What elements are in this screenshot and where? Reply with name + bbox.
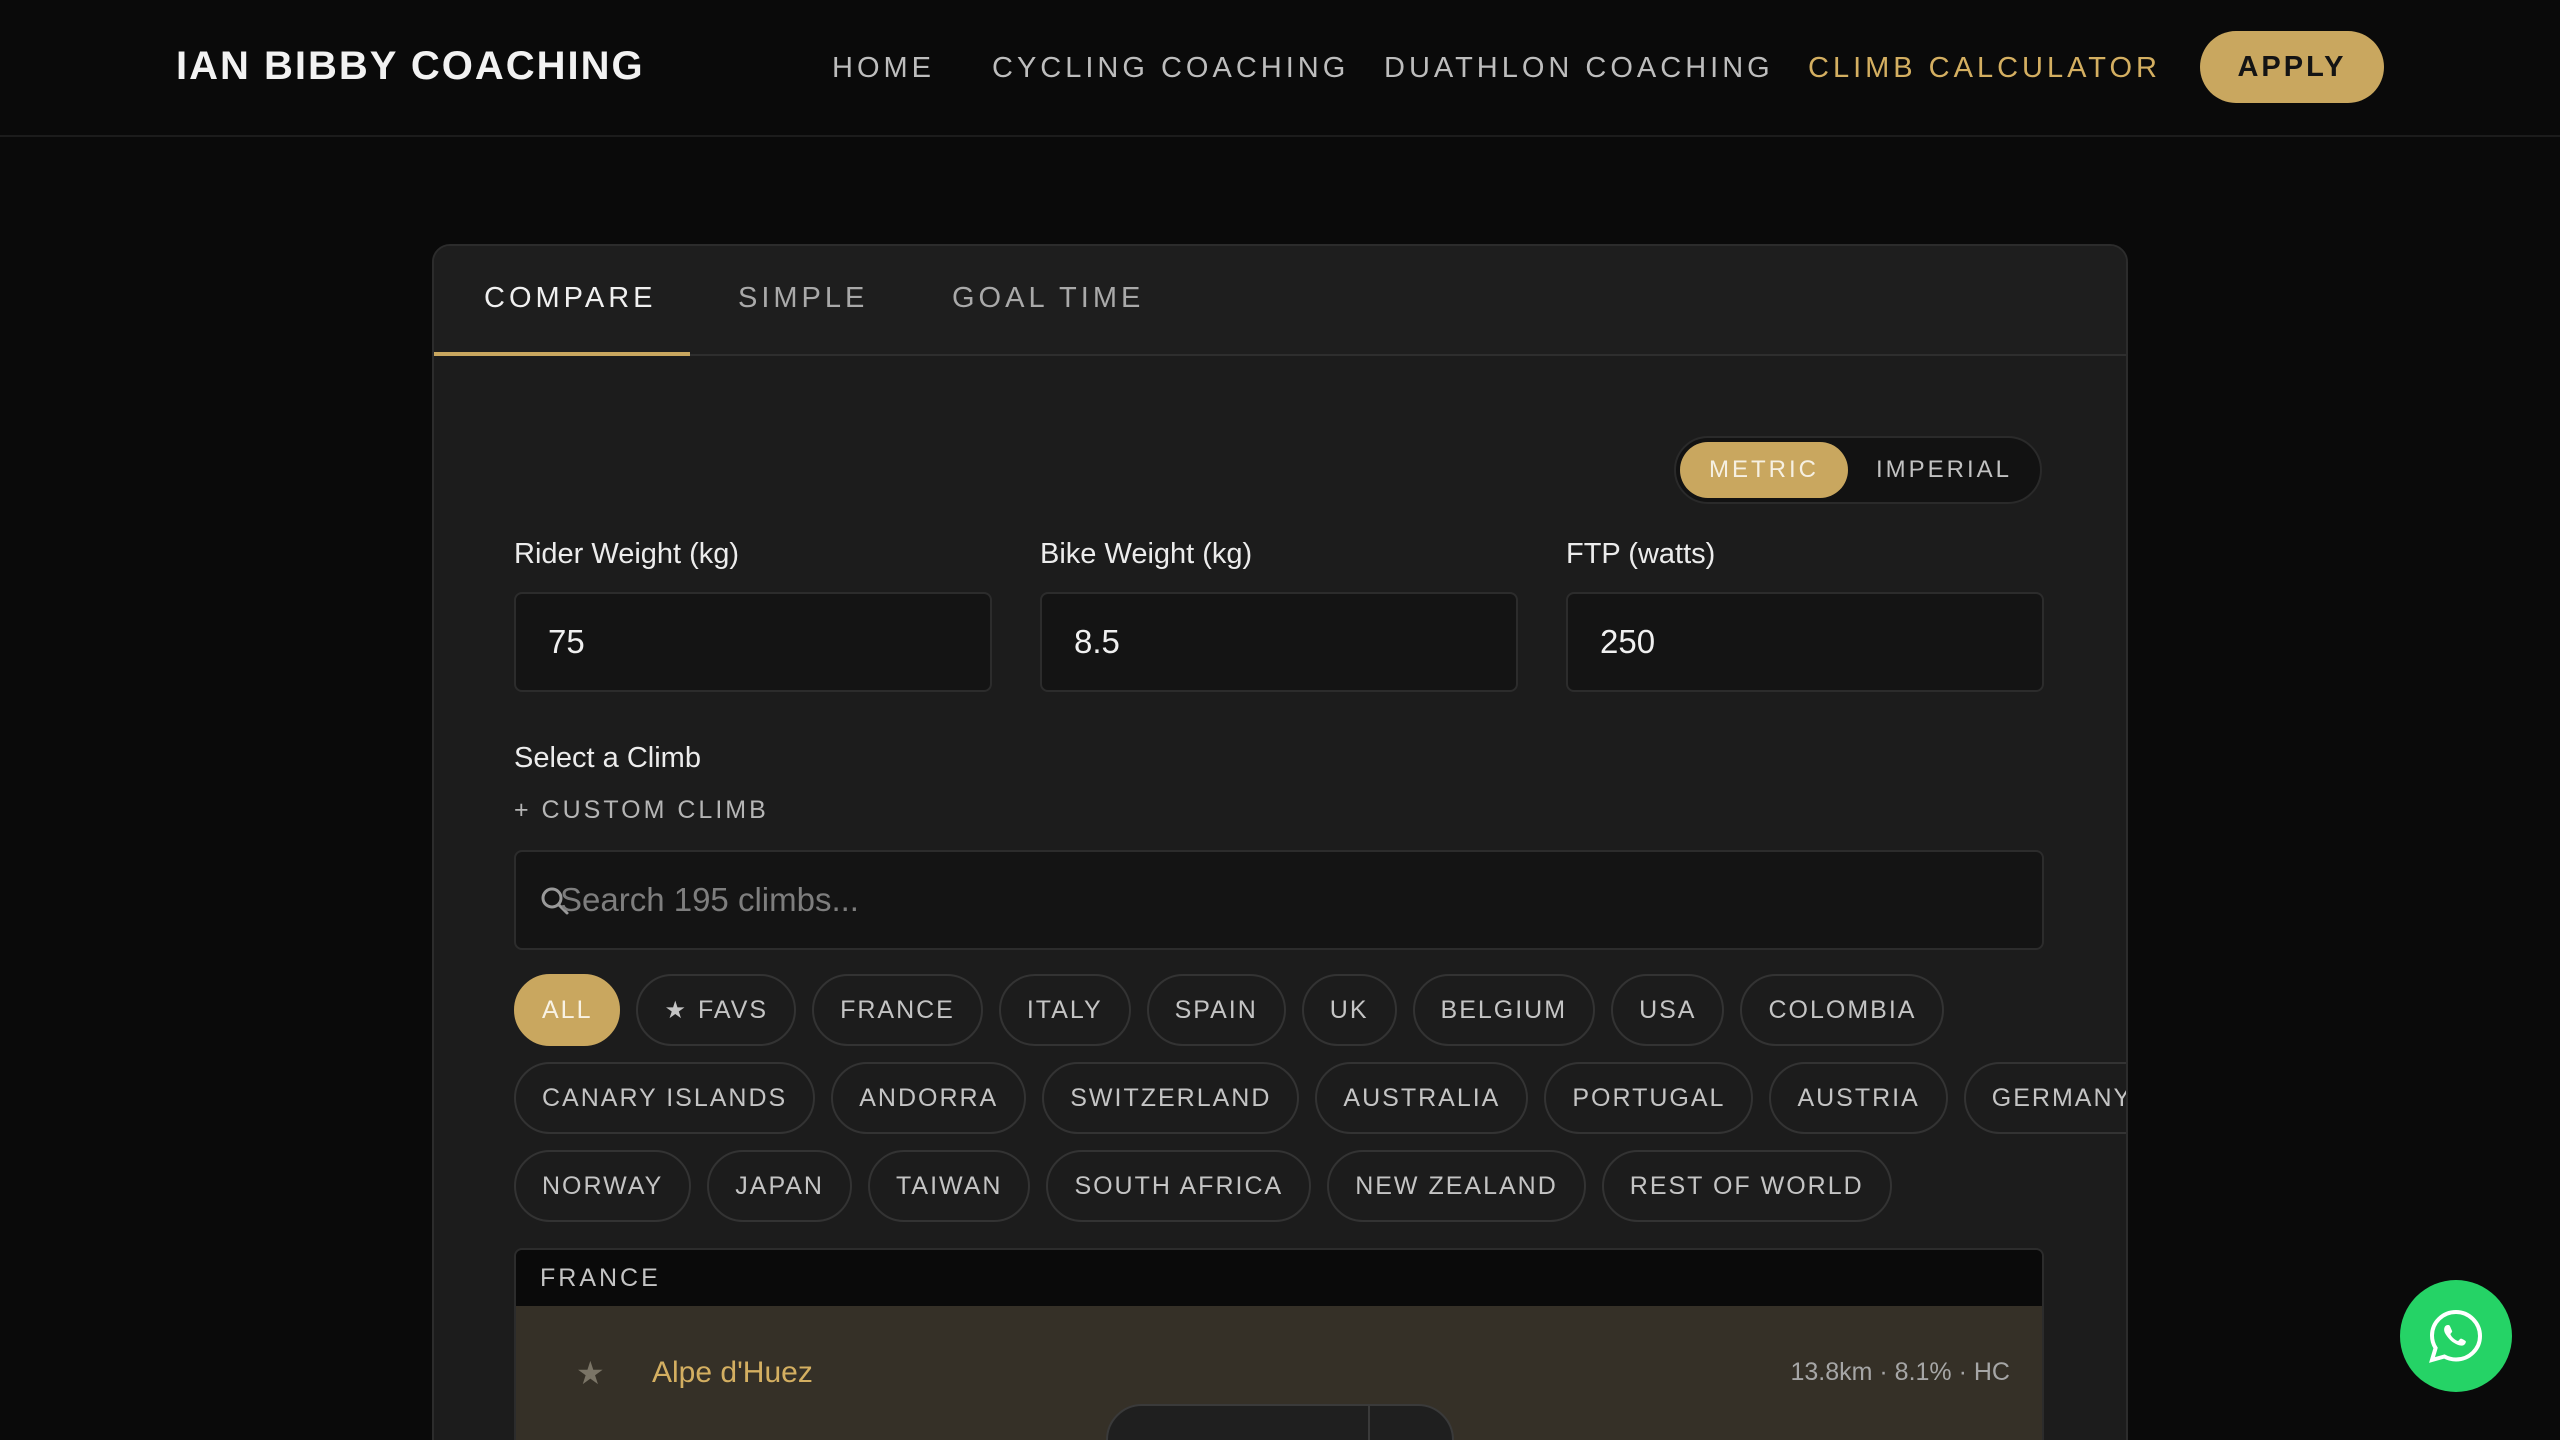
climb-search-input[interactable] <box>560 852 2020 948</box>
calculator-card: COMPARE SIMPLE GOAL TIME METRIC IMPERIAL… <box>432 244 2128 1440</box>
whatsapp-icon <box>2429 1309 2483 1363</box>
rider-weight-label: Rider Weight (kg) <box>514 538 740 570</box>
nav-duathlon-coaching[interactable]: DUATHLON COACHING <box>1384 52 1774 85</box>
chip-all[interactable]: ALL <box>514 974 621 1046</box>
chip-italy[interactable]: ITALY <box>998 974 1131 1046</box>
climb-search <box>514 850 2044 950</box>
favorite-star-icon[interactable]: ★ <box>576 1354 605 1392</box>
bike-weight-label: Bike Weight (kg) <box>1040 538 1253 570</box>
unit-metric[interactable]: METRIC <box>1680 442 1848 498</box>
nav-climb-calculator[interactable]: CLIMB CALCULATOR <box>1808 52 2161 85</box>
chip-andorra[interactable]: ANDORRA <box>831 1062 1027 1134</box>
chip-favs[interactable]: ★ FAVS <box>636 974 797 1046</box>
chip-australia[interactable]: AUSTRALIA <box>1315 1062 1529 1134</box>
tab-goal-time[interactable]: GOAL TIME <box>952 282 1144 315</box>
floating-toolbar[interactable] <box>1106 1404 1454 1440</box>
chip-canary-islands[interactable]: CANARY ISLANDS <box>514 1062 816 1134</box>
chip-belgium[interactable]: BELGIUM <box>1412 974 1596 1046</box>
chip-usa[interactable]: USA <box>1611 974 1725 1046</box>
nav-cycling-coaching[interactable]: CYCLING COACHING <box>992 52 1349 85</box>
custom-climb-button[interactable]: + CUSTOM CLIMB <box>514 796 769 825</box>
chip-uk[interactable]: UK <box>1301 974 1397 1046</box>
apply-button[interactable]: APPLY <box>2200 31 2384 103</box>
toolbar-divider <box>1368 1406 1370 1440</box>
select-climb-label: Select a Climb <box>514 742 701 774</box>
tab-simple[interactable]: SIMPLE <box>738 282 868 315</box>
chip-austria[interactable]: AUSTRIA <box>1769 1062 1948 1134</box>
chip-row-1: ALL ★ FAVS FRANCE ITALY SPAIN UK BELGIUM … <box>514 974 1945 1046</box>
chip-row-2: CANARY ISLANDS ANDORRA SWITZERLAND AUSTR… <box>514 1062 2126 1134</box>
calculator-tabs: COMPARE SIMPLE GOAL TIME <box>434 246 2126 356</box>
climb-name[interactable]: Alpe d'Huez <box>652 1356 813 1390</box>
unit-imperial[interactable]: IMPERIAL <box>1854 442 2034 498</box>
chip-colombia[interactable]: COLOMBIA <box>1740 974 1945 1046</box>
climb-stats: 13.8km · 8.1% · HC <box>1790 1358 2010 1386</box>
chip-switzerland[interactable]: SWITZERLAND <box>1042 1062 1300 1134</box>
chip-rest-of-world[interactable]: REST OF WORLD <box>1601 1150 1892 1222</box>
chip-japan[interactable]: JAPAN <box>707 1150 852 1222</box>
ftp-label: FTP (watts) <box>1566 538 1716 570</box>
rider-weight-input[interactable] <box>514 592 992 692</box>
chip-taiwan[interactable]: TAIWAN <box>868 1150 1031 1222</box>
active-tab-indicator <box>434 352 690 356</box>
chip-france[interactable]: FRANCE <box>812 974 983 1046</box>
whatsapp-button[interactable] <box>2400 1280 2512 1392</box>
site-header: IAN BIBBY COACHING HOME CYCLING COACHING… <box>0 0 2560 137</box>
tab-compare[interactable]: COMPARE <box>484 282 656 315</box>
climb-group-header: FRANCE <box>516 1250 2042 1306</box>
unit-toggle: METRIC IMPERIAL <box>1674 436 2042 504</box>
chip-new-zealand[interactable]: NEW ZEALAND <box>1327 1150 1586 1222</box>
chip-favs-label: FAVS <box>698 995 769 1024</box>
chip-germany[interactable]: GERMANY <box>1963 1062 2126 1134</box>
chip-norway[interactable]: NORWAY <box>514 1150 692 1222</box>
star-icon: ★ <box>664 996 688 1024</box>
ftp-input[interactable] <box>1566 592 2044 692</box>
main-nav: HOME CYCLING COACHING DUATHLON COACHING … <box>0 0 2560 137</box>
chip-portugal[interactable]: PORTUGAL <box>1544 1062 1754 1134</box>
chip-south-africa[interactable]: SOUTH AFRICA <box>1046 1150 1312 1222</box>
bike-weight-input[interactable] <box>1040 592 1518 692</box>
chip-row-3: NORWAY JAPAN TAIWAN SOUTH AFRICA NEW ZEA… <box>514 1150 1892 1222</box>
nav-home[interactable]: HOME <box>832 52 935 85</box>
chip-spain[interactable]: SPAIN <box>1146 974 1286 1046</box>
